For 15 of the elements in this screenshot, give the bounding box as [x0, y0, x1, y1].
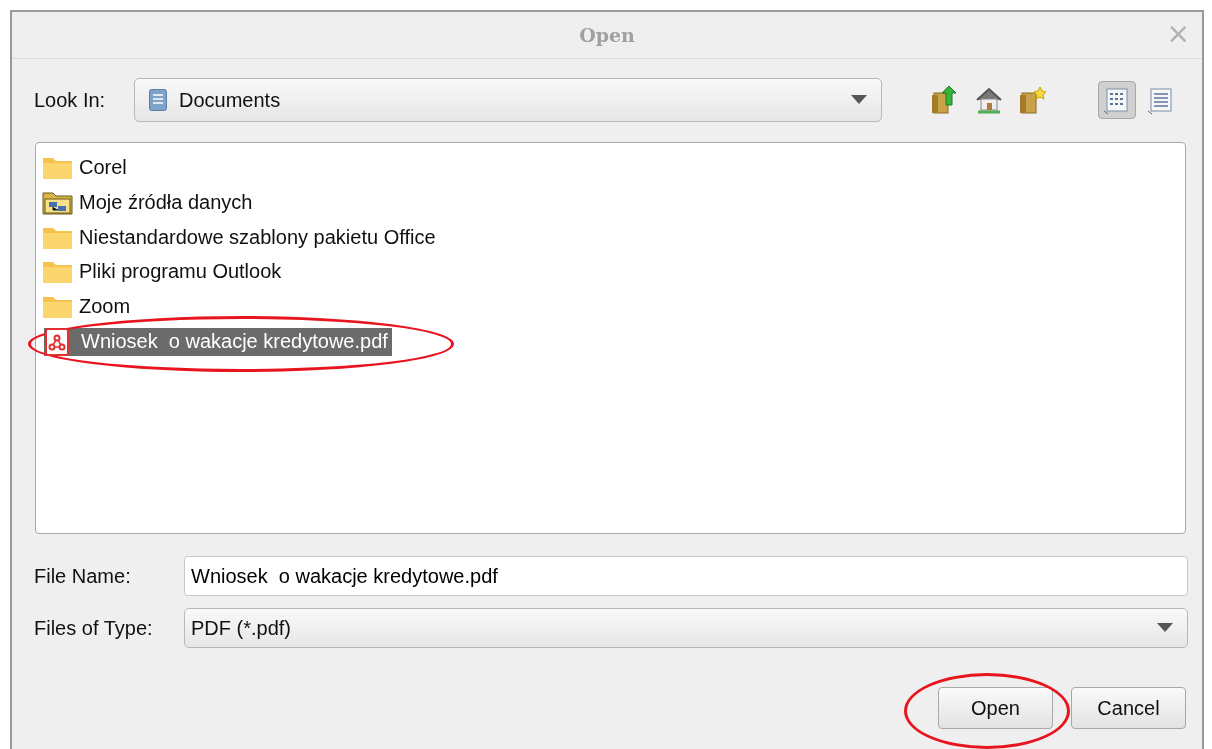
- file-name-field[interactable]: Wniosek o wakacje kredytowe.pdf: [184, 556, 1188, 596]
- dialog-button[interactable]: Open: [938, 687, 1053, 729]
- look-in-dropdown[interactable]: Documents: [134, 78, 882, 122]
- file-item[interactable]: Niestandardowe szablony pakietu Office: [77, 223, 440, 252]
- file-item[interactable]: Pliki programu Outlook: [77, 258, 286, 287]
- file-type-label: Files of Type:: [34, 616, 154, 640]
- file-item[interactable]: Moje źródła danych: [77, 189, 257, 218]
- file-item[interactable]: Corel: [77, 154, 131, 183]
- file-name-label: File Name:: [34, 564, 132, 588]
- look-in-label: Look In:: [34, 88, 107, 112]
- file-item[interactable]: Zoom: [77, 293, 135, 322]
- file-item[interactable]: Wniosek o wakacje kredytowe.pdf: [44, 327, 392, 356]
- window-title: Open: [579, 24, 635, 46]
- dialog-button[interactable]: Cancel: [1071, 687, 1186, 729]
- file-type-dropdown[interactable]: PDF (*.pdf): [184, 608, 1188, 648]
